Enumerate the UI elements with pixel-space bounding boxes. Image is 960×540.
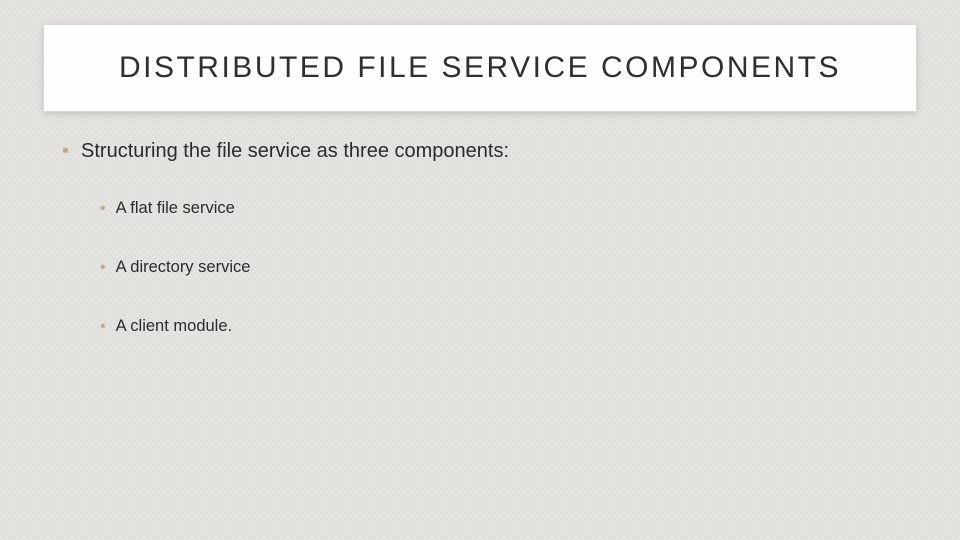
bullet-icon: • xyxy=(100,319,106,335)
sub-bullet-list: • A flat file service • A directory serv… xyxy=(100,199,902,336)
bullet-icon: • xyxy=(62,141,69,161)
bullet-level-2: • A directory service xyxy=(100,258,902,277)
bullet-level-2: • A client module. xyxy=(100,317,902,336)
bullet-text: A client module. xyxy=(116,317,232,336)
bullet-text: A directory service xyxy=(116,258,251,277)
slide-title: DISTRIBUTED FILE SERVICE COMPONENTS xyxy=(119,51,841,85)
bullet-text: Structuring the file service as three co… xyxy=(81,140,509,163)
bullet-level-1: • Structuring the file service as three … xyxy=(62,140,902,163)
bullet-text: A flat file service xyxy=(116,199,235,218)
bullet-icon: • xyxy=(100,201,106,217)
bullet-level-2: • A flat file service xyxy=(100,199,902,218)
title-box: DISTRIBUTED FILE SERVICE COMPONENTS xyxy=(43,24,917,112)
bullet-icon: • xyxy=(100,260,106,276)
slide-content: • Structuring the file service as three … xyxy=(62,140,902,376)
